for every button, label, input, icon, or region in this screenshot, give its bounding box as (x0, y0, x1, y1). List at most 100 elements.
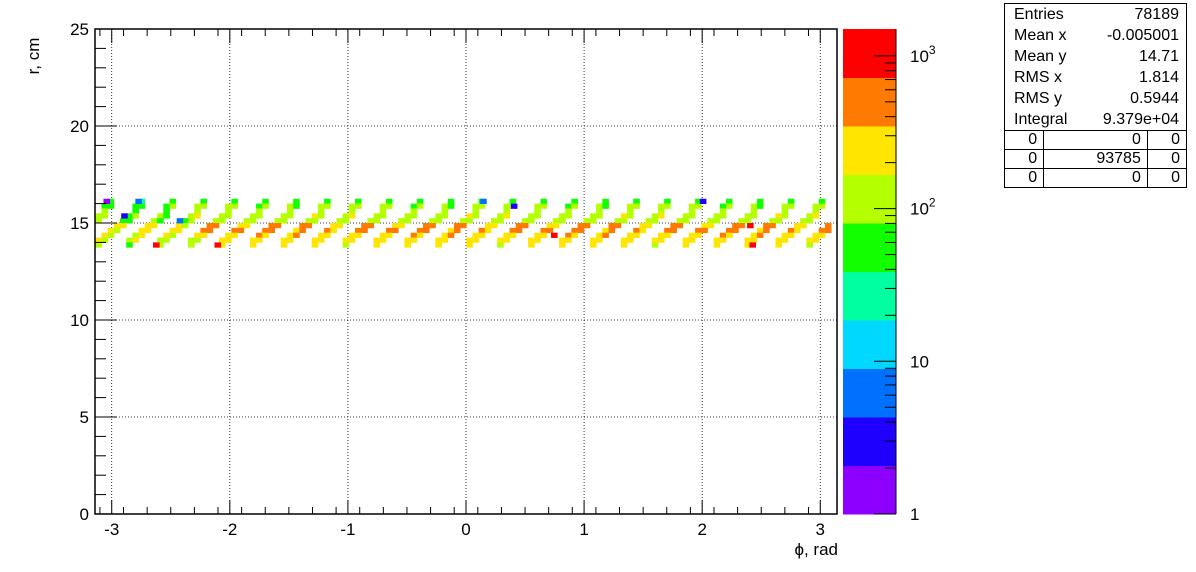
heatmap-cell (651, 237, 659, 243)
heatmap-cell (633, 227, 640, 234)
heatmap-cell (206, 227, 214, 234)
heatmap-cell (534, 208, 541, 214)
heatmap-cell (404, 242, 412, 248)
heatmap-cell (243, 223, 251, 229)
palette-band (843, 252, 896, 263)
heatmap-cell (794, 227, 801, 234)
heatmap-cell (608, 227, 616, 234)
stats-grid-row: 0 93785 0 (1005, 149, 1186, 169)
heatmap-cell (521, 223, 529, 229)
heatmap-cell (651, 218, 659, 224)
heatmap-cell (441, 232, 449, 238)
heatmap-cell (416, 198, 424, 204)
heatmap-cell (620, 242, 628, 248)
heatmap-cell (256, 203, 263, 209)
heatmap-cell (120, 218, 127, 224)
heatmap-cell (480, 198, 487, 204)
heatmap-cell (286, 208, 294, 214)
palette-band (843, 155, 896, 166)
heatmap-cell (540, 203, 548, 209)
heatmap-cell (583, 223, 591, 229)
y-tick-label: 10 (70, 311, 89, 330)
heatmap-cell (286, 203, 294, 209)
palette-band (843, 446, 896, 457)
heatmap-cell (435, 237, 442, 243)
stats-grid-cell: 0 (1043, 130, 1148, 150)
heatmap-cell (135, 198, 142, 204)
heatmap-cell (503, 232, 510, 238)
y-tick-label: 5 (80, 408, 89, 427)
stats-label: Mean x (1014, 27, 1067, 44)
stats-row: RMS y 0.5944 (1005, 88, 1186, 109)
heatmap-cell (398, 218, 405, 224)
heatmap-cell (824, 227, 832, 234)
stats-label: RMS y (1014, 90, 1062, 107)
heatmap-cell (373, 237, 381, 243)
heatmap-cell (466, 237, 473, 243)
heatmap-cell (701, 227, 708, 234)
heatmap-cell (175, 223, 183, 229)
heatmap-cell (503, 203, 510, 209)
heatmap-cell (818, 198, 826, 204)
heatmap-cell (695, 227, 702, 234)
heatmap-cell (589, 242, 597, 248)
heatmap-cell (589, 213, 597, 219)
heatmap-cell (249, 237, 257, 243)
heatmap-cell (769, 218, 776, 224)
heatmap-cell (286, 213, 294, 219)
heatmap-cell (157, 213, 164, 219)
heatmap-cell (280, 237, 288, 243)
heatmap-cell (95, 242, 102, 248)
heatmap-cell (392, 227, 399, 234)
heatmap-cell (342, 213, 350, 219)
heatmap-cell (769, 223, 776, 229)
heatmap-cell (385, 203, 393, 209)
heatmap-cell (107, 227, 115, 234)
heatmap-cell (750, 232, 758, 238)
heatmap-cell (157, 218, 164, 224)
heatmap-cell (670, 223, 677, 229)
heatmap-cell (132, 213, 139, 219)
heatmap-cell (453, 223, 461, 229)
heatmap-cell (719, 237, 727, 243)
palette-band (843, 242, 896, 253)
heatmap-cell (627, 232, 634, 238)
x-axis-label: ϕ, rad (794, 540, 838, 559)
heatmap-cell (670, 227, 677, 234)
heatmap-cell (163, 208, 170, 214)
heatmap-cell (657, 213, 665, 219)
palette-band (843, 106, 896, 117)
heatmap-cell (101, 232, 109, 238)
palette-band (843, 126, 896, 137)
heatmap-cell (447, 232, 455, 238)
palette-band (843, 281, 896, 292)
heatmap-cell (299, 227, 306, 234)
heatmap-cell (750, 237, 758, 243)
heatmap-cell (200, 232, 207, 238)
heatmap-cell (342, 242, 350, 248)
heatmap-cell (354, 227, 362, 234)
heatmap-cell (212, 218, 220, 224)
heatmap-cell (627, 213, 634, 219)
palette-band (843, 475, 896, 486)
heatmap-cell (633, 232, 640, 238)
heatmap-cell (150, 218, 158, 224)
heatmap-cell (818, 227, 826, 234)
heatmap-cell (101, 203, 109, 209)
heatmap-cell (447, 198, 455, 204)
heatmap-cell (212, 223, 220, 229)
palette-tick-label: 1 (910, 505, 919, 524)
heatmap-cell (534, 237, 541, 243)
heatmap-cell (231, 227, 238, 234)
heatmap-cell (107, 232, 115, 238)
palette-band (843, 368, 896, 379)
heatmap-cell (732, 227, 739, 234)
y-tick-label: 25 (70, 20, 89, 39)
palette-band (843, 77, 896, 88)
stats-label: RMS x (1014, 69, 1062, 86)
heatmap-cell (206, 223, 214, 229)
heatmap-cell (163, 237, 170, 243)
heatmap-cell (701, 223, 708, 229)
heatmap-cell (305, 223, 313, 229)
heatmap-cell (614, 218, 622, 224)
